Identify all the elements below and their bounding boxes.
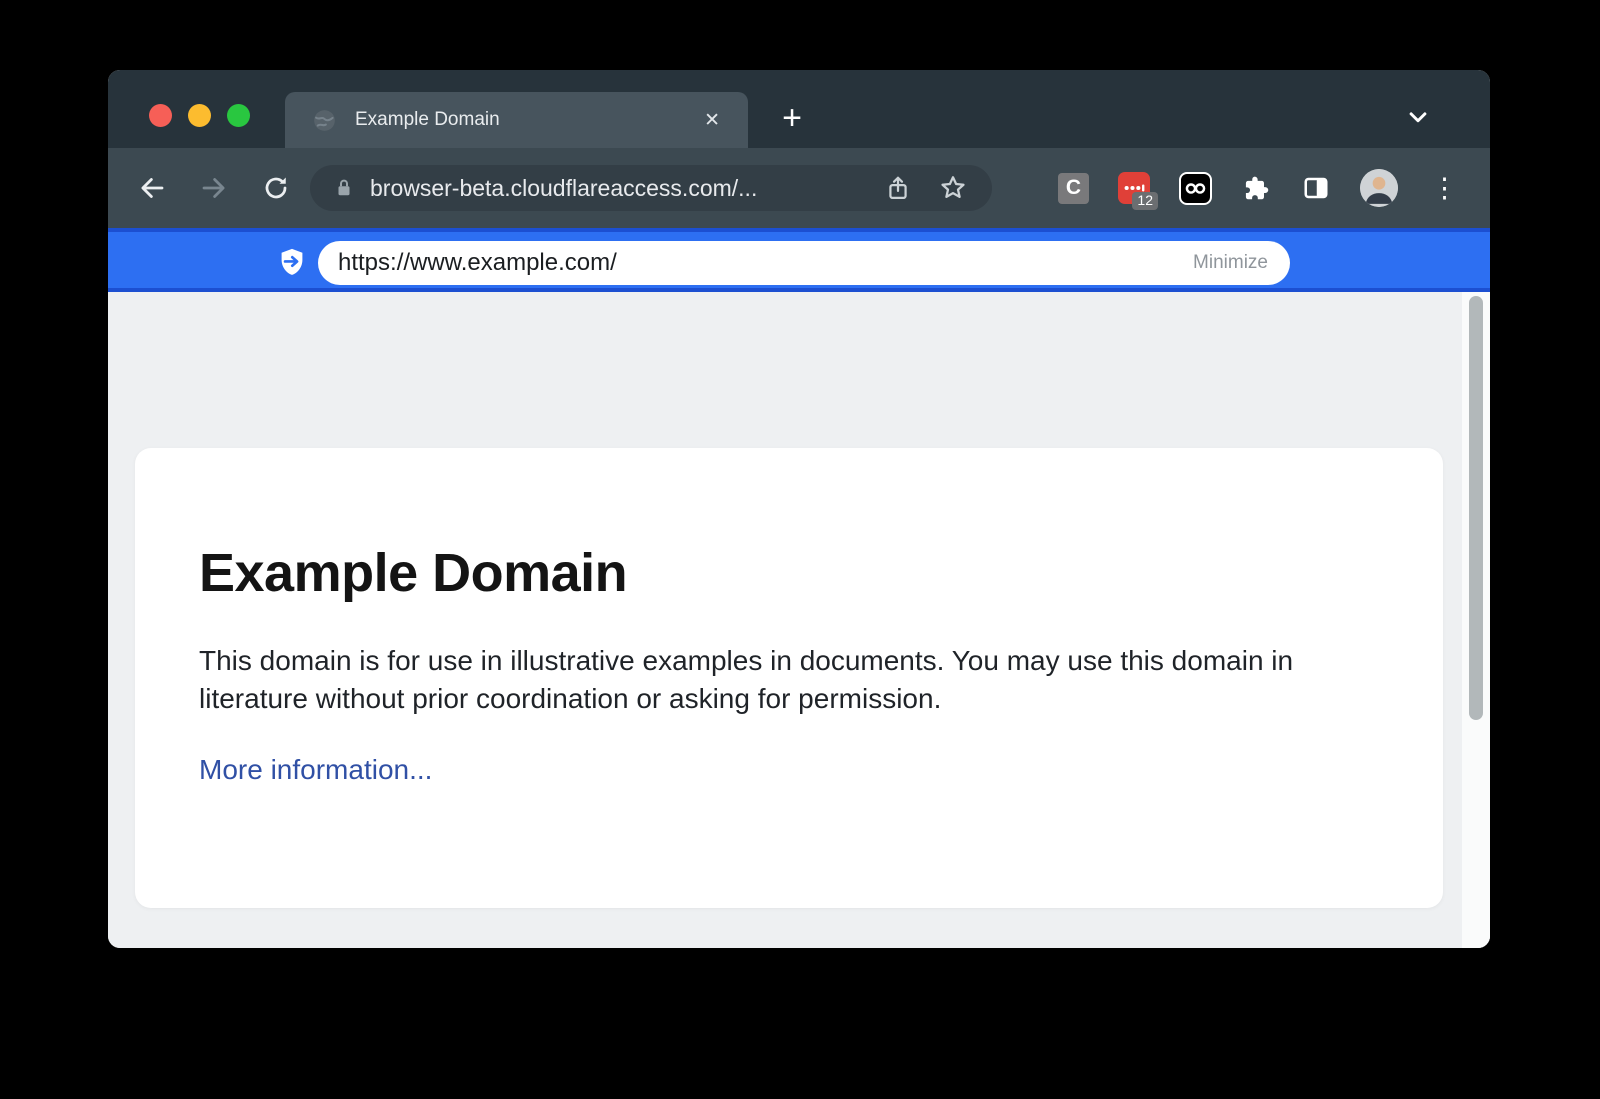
remote-browser-bar: Minimize — [108, 228, 1490, 292]
shield-icon — [276, 246, 308, 283]
minimize-bar-button[interactable]: Minimize — [1193, 252, 1268, 274]
page-viewport: Example Domain This domain is for use in… — [108, 292, 1490, 948]
back-icon[interactable] — [130, 166, 174, 210]
tab-search-chevron-icon[interactable] — [1396, 96, 1440, 140]
content-card: Example Domain This domain is for use in… — [135, 448, 1443, 908]
new-tab-button[interactable]: + — [772, 92, 812, 144]
address-bar[interactable]: browser-beta.cloudflareaccess.com/... — [310, 165, 992, 211]
page-paragraph: This domain is for use in illustrative e… — [199, 642, 1354, 718]
page-title: Example Domain — [199, 542, 1379, 604]
browser-tab[interactable]: Example Domain ✕ — [285, 92, 748, 148]
browser-window: Example Domain ✕ + — [108, 70, 1490, 948]
extension-badge: 12 — [1132, 192, 1158, 210]
window-controls — [149, 104, 250, 127]
screenshot-background: Example Domain ✕ + — [0, 0, 1600, 1099]
browser-toolbar: browser-beta.cloudflareaccess.com/... C — [108, 148, 1490, 228]
extension-c-icon[interactable]: C — [1058, 173, 1089, 204]
scrollbar-thumb[interactable] — [1469, 296, 1483, 720]
extensions-puzzle-icon[interactable] — [1241, 173, 1272, 204]
remote-url-pill: Minimize — [318, 241, 1290, 285]
share-icon[interactable] — [884, 174, 912, 202]
address-bar-url: browser-beta.cloudflareaccess.com/... — [370, 175, 858, 202]
minimize-window-button[interactable] — [188, 104, 211, 127]
forward-icon — [192, 166, 236, 210]
more-information-link[interactable]: More information... — [199, 754, 432, 786]
remote-url-input[interactable] — [338, 249, 1193, 277]
reload-icon[interactable] — [254, 166, 298, 210]
close-window-button[interactable] — [149, 104, 172, 127]
tab-title: Example Domain — [355, 109, 698, 131]
tab-close-icon[interactable]: ✕ — [698, 107, 726, 134]
extensions-area: C 12 — [1058, 169, 1470, 207]
side-panel-icon[interactable] — [1301, 173, 1331, 203]
tab-strip: Example Domain ✕ + — [108, 70, 1490, 148]
profile-avatar[interactable] — [1360, 169, 1398, 207]
lock-icon — [332, 176, 356, 200]
browser-menu-icon[interactable]: ⋮ — [1427, 175, 1462, 202]
zoom-window-button[interactable] — [227, 104, 250, 127]
extension-two-circles-icon[interactable] — [1179, 172, 1212, 205]
extension-password-manager-icon[interactable]: 12 — [1118, 172, 1150, 204]
bookmark-star-icon[interactable] — [938, 173, 968, 203]
scrollbar-track[interactable] — [1462, 292, 1490, 948]
globe-favicon-icon — [311, 107, 338, 134]
